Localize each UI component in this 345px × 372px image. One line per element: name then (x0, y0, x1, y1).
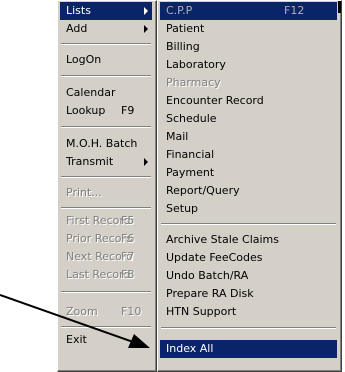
pointer-arrow-head (128, 334, 150, 348)
pointer-arrow-line (0, 294, 137, 344)
pointer-arrow-icon (0, 294, 150, 348)
